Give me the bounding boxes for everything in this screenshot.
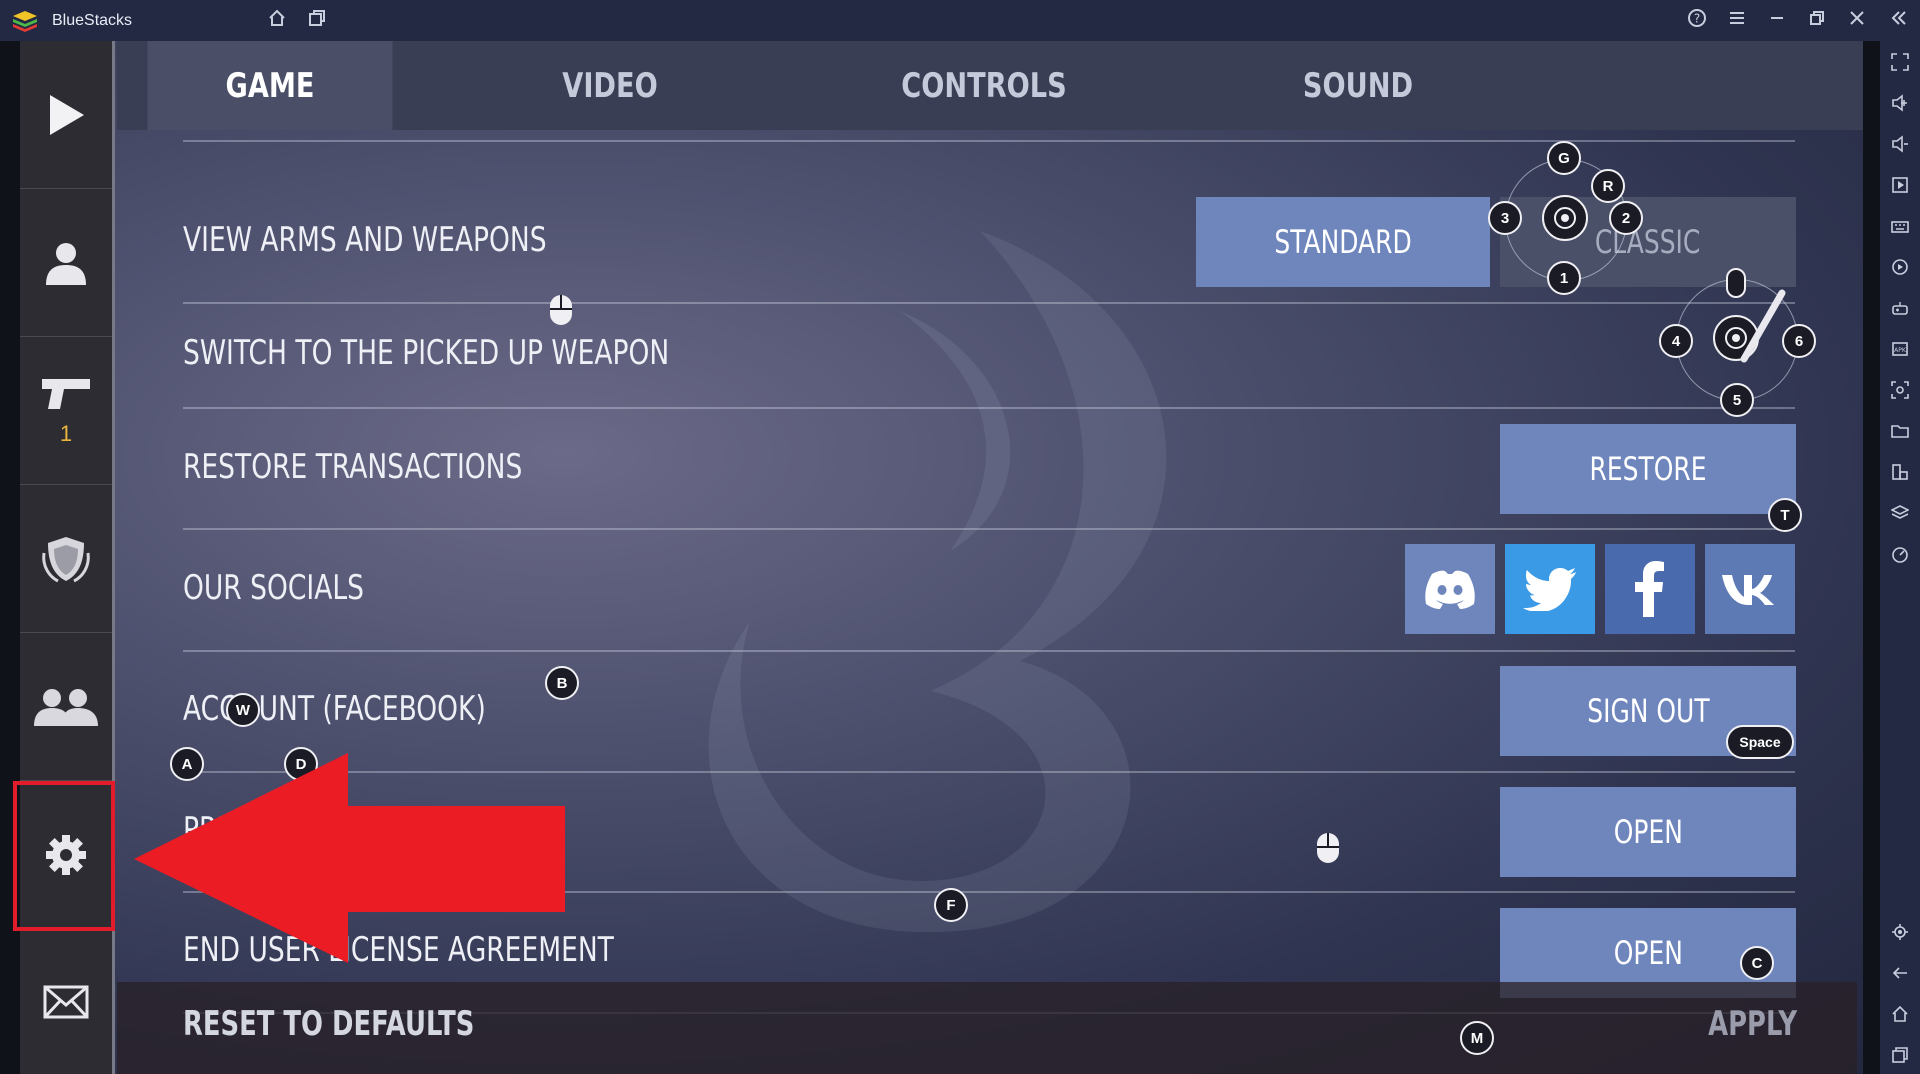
- performance-icon[interactable]: [1890, 545, 1910, 565]
- layers-icon[interactable]: [1890, 504, 1910, 524]
- apk-icon[interactable]: APK: [1890, 340, 1910, 360]
- apply-button[interactable]: APPLY: [1708, 1004, 1797, 1044]
- privacy-open-label: OPEN: [1613, 813, 1683, 851]
- volume-down-icon[interactable]: [1890, 135, 1910, 155]
- right-toolbar: APK: [1880, 41, 1920, 1074]
- home-icon[interactable]: [1890, 1005, 1910, 1025]
- folder-icon[interactable]: [1890, 422, 1910, 442]
- svg-text:?: ?: [1694, 12, 1700, 26]
- key-f[interactable]: F: [934, 888, 968, 922]
- standard-option-button[interactable]: STANDARD: [1196, 197, 1490, 287]
- key-t[interactable]: T: [1768, 498, 1802, 532]
- help-icon[interactable]: ?: [1684, 8, 1710, 34]
- discord-button[interactable]: [1405, 544, 1495, 634]
- key-g[interactable]: G: [1547, 141, 1581, 175]
- collapse-sidebar-icon[interactable]: [1886, 8, 1912, 34]
- tab-sound[interactable]: SOUND: [1208, 41, 1507, 130]
- sign-out-label: SIGN OUT: [1586, 692, 1710, 730]
- multi-instance-icon[interactable]: [304, 8, 330, 34]
- key-6[interactable]: 6: [1782, 324, 1816, 358]
- twitter-button[interactable]: [1505, 544, 1595, 634]
- key-m[interactable]: M: [1460, 1021, 1494, 1055]
- eula-open-label: OPEN: [1613, 934, 1683, 972]
- screenshot-icon[interactable]: [1890, 381, 1910, 401]
- vk-icon: [1722, 575, 1774, 605]
- key-5[interactable]: 5: [1720, 383, 1754, 417]
- facebook-button[interactable]: [1605, 544, 1695, 634]
- key-1[interactable]: 1: [1547, 261, 1581, 295]
- media-icon[interactable]: [1890, 176, 1910, 196]
- vk-button[interactable]: [1705, 544, 1795, 634]
- restore-button-label: RESTORE: [1589, 450, 1707, 488]
- menu-icon[interactable]: [1724, 8, 1750, 34]
- svg-text:APK: APK: [1894, 347, 1907, 354]
- gamepad-icon[interactable]: [1890, 299, 1910, 319]
- title-bar: BlueStacks ?: [0, 0, 1920, 41]
- twitter-icon: [1523, 568, 1576, 611]
- app-title: BlueStacks: [52, 11, 133, 29]
- restore-button[interactable]: RESTORE: [1500, 424, 1796, 514]
- settings-icon[interactable]: [1890, 923, 1910, 943]
- standard-option-label: STANDARD: [1274, 223, 1412, 261]
- keyboard-icon[interactable]: [1890, 217, 1910, 237]
- key-2[interactable]: 2: [1609, 201, 1643, 235]
- back-icon[interactable]: [1890, 964, 1910, 984]
- restore-icon[interactable]: [1804, 8, 1830, 34]
- game-viewport[interactable]: 1 GAME VIDEO CONTROLS SOUND VIEW ARMS AN…: [0, 41, 1880, 1074]
- key-r[interactable]: R: [1591, 169, 1625, 203]
- minimize-icon[interactable]: [1764, 8, 1790, 34]
- key-c[interactable]: C: [1740, 946, 1774, 980]
- key-3[interactable]: 3: [1488, 201, 1522, 235]
- discord-icon: [1425, 570, 1475, 609]
- close-icon[interactable]: [1844, 8, 1870, 34]
- recent-apps-icon[interactable]: [1890, 1046, 1910, 1066]
- privacy-open-button[interactable]: OPEN: [1500, 787, 1796, 877]
- red-arrow-annotation: [134, 753, 565, 963]
- macro-icon[interactable]: [1890, 258, 1910, 278]
- tab-controls[interactable]: CONTROLS: [834, 41, 1133, 130]
- volume-up-icon[interactable]: [1890, 94, 1910, 114]
- key-space[interactable]: Space: [1726, 725, 1794, 759]
- letterbox-right: [1863, 41, 1880, 1074]
- mouse-click-icon: [1317, 833, 1339, 863]
- key-4[interactable]: 4: [1659, 324, 1693, 358]
- resize-icon[interactable]: [1890, 463, 1910, 483]
- fullscreen-icon[interactable]: [1890, 53, 1910, 73]
- home-icon[interactable]: [264, 8, 290, 34]
- facebook-icon: [1635, 561, 1664, 617]
- bluestacks-logo: [13, 10, 37, 32]
- mouse-scroll-icon: [1726, 268, 1746, 298]
- joystick-icon[interactable]: [1540, 193, 1590, 243]
